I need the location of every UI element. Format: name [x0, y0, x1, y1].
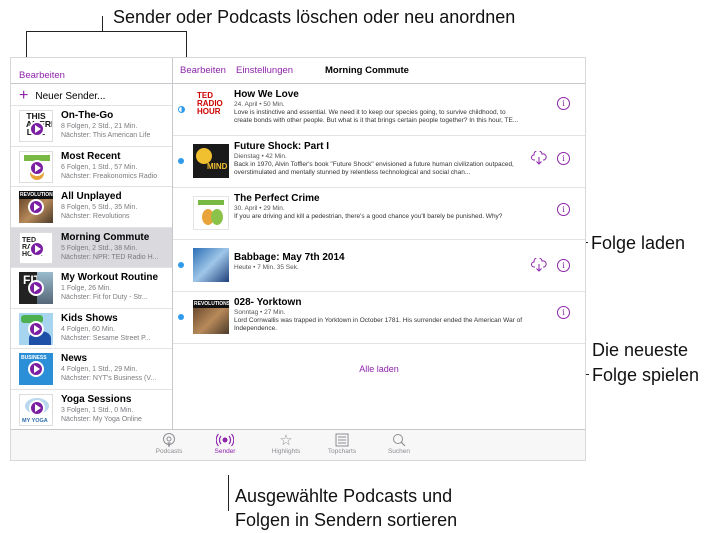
- sesame-street-artwork: [19, 312, 53, 345]
- tab-podcasts[interactable]: Podcasts: [139, 431, 199, 455]
- callout-sort-1: Ausgewählte Podcasts und: [235, 486, 453, 506]
- station-workout[interactable]: FIT My Workout Routine 1 Folge, 26 Min. …: [11, 268, 172, 309]
- station-title: On-The-Go: [61, 110, 114, 121]
- unplayed-dot: [178, 262, 184, 268]
- episode-row[interactable]: REVOLUTIONS 028- Yorktown Sonntag • 27 M…: [173, 292, 585, 344]
- episode-row[interactable]: The Perfect Crime 30. April • 29 Min. If…: [173, 188, 585, 240]
- stations-icon: [216, 433, 234, 446]
- tab-search[interactable]: Suchen: [369, 431, 429, 455]
- babbage-artwork: [193, 248, 229, 282]
- info-icon[interactable]: i: [557, 97, 570, 110]
- list-icon: [335, 433, 349, 446]
- cloud-download-icon[interactable]: [531, 151, 547, 165]
- play-icon: [28, 361, 44, 377]
- episode-description: Love is instinctive and essential. We ne…: [234, 109, 519, 124]
- station-on-the-go[interactable]: THIS AMERICAN LIFE On-The-Go 8 Folgen, 2…: [11, 106, 172, 147]
- episode-row[interactable]: TED RADIO HOUR How We Love 24. April • 5…: [173, 84, 585, 136]
- episode-title: How We Love: [234, 89, 299, 100]
- callout-download: Folge laden: [591, 233, 686, 253]
- star-icon: ☆: [279, 431, 293, 449]
- revolutions-artwork: REVOLUTIONS: [19, 191, 53, 223]
- settings-button[interactable]: Einstellungen: [236, 65, 293, 76]
- freakonomics-artwork: [193, 196, 229, 230]
- partially-played-indicator: [178, 106, 185, 113]
- station-detail-pane: Bearbeiten Einstellungen Morning Commute…: [173, 58, 585, 429]
- stations-sidebar: Bearbeiten + Neuer Sender... THIS AMERIC…: [11, 58, 173, 429]
- new-station-label: Neuer Sender...: [35, 90, 106, 102]
- cloud-download-icon[interactable]: [531, 258, 547, 272]
- station-all-unplayed[interactable]: REVOLUTIONS All Unplayed 8 Folgen, 5 Std…: [11, 187, 172, 228]
- station-title-heading: Morning Commute: [325, 65, 409, 76]
- callout-reorder-line: [102, 16, 103, 31]
- plus-icon: +: [19, 87, 29, 104]
- ipad-podcasts-screen: Bearbeiten + Neuer Sender... THIS AMERIC…: [10, 57, 586, 461]
- main-header: Bearbeiten Einstellungen Morning Commute: [173, 58, 585, 84]
- callout-play-1: Die neueste: [592, 340, 689, 360]
- new-station-button[interactable]: + Neuer Sender...: [11, 84, 172, 106]
- play-icon: [28, 320, 44, 337]
- info-icon[interactable]: i: [557, 259, 570, 272]
- sidebar-header: Bearbeiten: [11, 58, 172, 84]
- unplayed-dot: [178, 314, 184, 320]
- episode-row[interactable]: Babbage: May 7th 2014 Heute • 7 Min. 35 …: [173, 240, 585, 292]
- revolutions-artwork: REVOLUTIONS: [193, 300, 229, 334]
- fit-artwork: FIT: [19, 272, 53, 304]
- search-icon: [393, 433, 406, 446]
- load-all-button[interactable]: Alle laden: [173, 344, 585, 374]
- mind-artwork: MIND: [193, 144, 229, 178]
- main-edit-button[interactable]: Bearbeiten: [180, 65, 226, 76]
- tab-stations[interactable]: Sender: [195, 431, 255, 455]
- episode-row[interactable]: MIND Future Shock: Part I Dienstag • 42 …: [173, 136, 585, 188]
- callout-reorder: Sender oder Podcasts löschen oder neu an…: [113, 7, 516, 27]
- unplayed-dot: [178, 158, 184, 164]
- station-count: 8 Folgen, 2 Std., 21 Min.: [61, 123, 138, 130]
- business-artwork: BUSINESS: [19, 353, 53, 385]
- play-icon: [29, 240, 45, 257]
- play-icon: [28, 199, 44, 215]
- podcasts-icon: [163, 432, 175, 447]
- station-most-recent[interactable]: Most Recent 6 Folgen, 1 Std., 57 Min. Nä…: [11, 147, 172, 187]
- station-next: Nächster: This American Life: [61, 132, 151, 139]
- station-yoga[interactable]: MY YOGA Yoga Sessions 3 Folgen, 1 Std., …: [11, 390, 172, 430]
- info-icon[interactable]: i: [557, 306, 570, 319]
- station-morning-commute[interactable]: TED RADIO HOUR Morning Commute 5 Folgen,…: [11, 227, 172, 268]
- callout-sort-line: [228, 475, 229, 511]
- callout-play-2: Folge spielen: [592, 365, 700, 385]
- info-icon[interactable]: i: [557, 152, 570, 165]
- tab-highlights[interactable]: ☆ Highlights: [256, 431, 316, 456]
- callout-sort-2: Folgen in Sendern sortieren: [235, 510, 458, 530]
- my-yoga-artwork: MY YOGA: [19, 393, 53, 426]
- this-american-life-artwork: THIS AMERICAN LIFE: [19, 110, 53, 142]
- tab-bar: Podcasts Sender ☆ Highlights Topcharts S…: [11, 429, 585, 460]
- sidebar-edit-button[interactable]: Bearbeiten: [19, 70, 65, 81]
- station-kids[interactable]: Kids Shows 4 Folgen, 60 Min. Nächster: S…: [11, 309, 172, 349]
- ted-radio-hour-artwork: TED RADIO HOUR: [19, 231, 53, 264]
- tab-topcharts[interactable]: Topcharts: [312, 431, 372, 455]
- episode-meta: 24. April • 50 Min.: [234, 101, 285, 108]
- play-icon: [28, 280, 44, 296]
- play-icon: [29, 399, 45, 416]
- freakonomics-artwork: [19, 150, 53, 183]
- info-icon[interactable]: i: [557, 203, 570, 216]
- play-icon: [29, 159, 45, 176]
- play-icon: [29, 121, 45, 137]
- station-news[interactable]: BUSINESS News 4 Folgen, 1 Std., 29 Min. …: [11, 349, 172, 390]
- callout-reorder-bracket: [26, 31, 186, 32]
- ted-radio-hour-artwork: TED RADIO HOUR: [193, 92, 229, 126]
